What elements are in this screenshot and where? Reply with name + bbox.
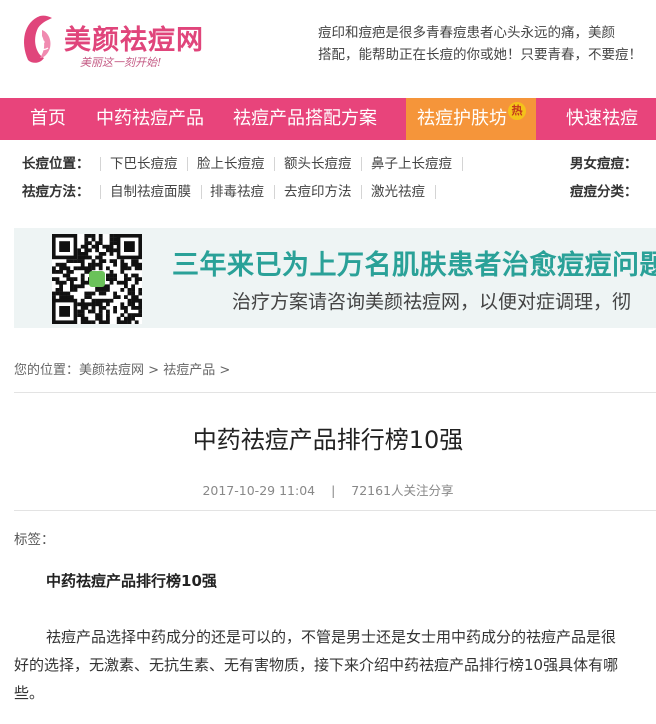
article-title: 中药祛痘产品排行榜10强 [192,426,464,454]
category-link[interactable]: 鼻子上长痘痘 [371,150,452,178]
category-link[interactable]: 去痘印方法 [284,178,352,206]
nav-item-skincare[interactable]: 祛痘护肤坊 [417,98,507,140]
divider [361,157,362,171]
category-link[interactable]: 激光祛痘 [371,178,425,206]
nav-item-quick-acne-removal[interactable]: 快速祛痘 [566,98,638,140]
category-link[interactable]: 额头长痘痘 [284,150,352,178]
nav-item-home[interactable]: 首页 [30,98,66,140]
main-nav: 首页 中药祛痘产品 祛痘产品搭配方案 祛痘护肤坊 热 快速祛痘 [0,98,656,140]
divider [14,510,656,511]
article-share-count[interactable]: 72161人关注分享 [351,483,453,498]
breadcrumb-link[interactable]: 祛痘产品 [163,363,215,378]
category-title-method: 祛痘方法： [22,184,90,200]
header-intro-text: 痘印和痘疤是很多青春痘患者心头永远的痛，美颜 搭配，能帮助正在长痘的你或她！只要… [318,25,642,63]
divider [14,392,656,393]
article-paragraph: 祛痘产品选择中药成分的还是可以的，不管是男士还是女士用中药成分的祛痘产品是很好的… [14,628,619,702]
category-link[interactable]: 排毒祛痘 [210,178,264,206]
site-name[interactable]: 美颜祛痘网 [64,18,204,57]
divider [100,157,101,171]
promo-banner[interactable]: 三年来已为上万名肌肤患者治愈痘痘问题 治疗方案请咨询美颜祛痘网，以便对症调理，彻 [14,228,656,328]
breadcrumb-prefix: 您的位置： [14,363,80,378]
divider [274,185,275,199]
category-link[interactable]: 下巴长痘痘 [110,150,178,178]
article-meta: 2017-10-29 11:04 | 72161人关注分享 [0,480,656,499]
hot-badge: 热 [508,102,526,120]
banner-subtitle: 治疗方案请咨询美颜祛痘网，以便对症调理，彻 [232,291,632,313]
divider [187,157,188,171]
category-row-location: 长痘位置： 下巴长痘痘 脸上长痘痘 额头长痘痘 鼻子上长痘痘 男女痘痘： [0,150,656,178]
divider [201,185,202,199]
divider [274,157,275,171]
meta-separator: | [331,483,336,498]
logo-icon [24,15,52,63]
banner-title: 三年来已为上万名肌肤患者治愈痘痘问题 [172,250,656,281]
qr-code-icon [52,234,142,324]
site-slogan: 美丽这一刻开始! [80,56,162,69]
category-link[interactable]: 脸上长痘痘 [197,150,265,178]
divider [361,185,362,199]
divider [100,185,101,199]
breadcrumb-separator: > [219,363,231,378]
nav-item-product-plans[interactable]: 祛痘产品搭配方案 [233,98,377,140]
breadcrumb-separator: > [148,363,160,378]
tags-label: 标签： [14,532,55,548]
category-row-method: 祛痘方法： 自制祛痘面膜 排毒祛痘 去痘印方法 激光祛痘 痘痘分类： [0,178,656,206]
article-date: 2017-10-29 11:04 [202,483,316,498]
category-title-location: 长痘位置： [22,156,90,172]
breadcrumb-link[interactable]: 美颜祛痘网 [79,363,144,378]
category-title-type: 痘痘分类： [570,184,638,200]
category-link[interactable]: 自制祛痘面膜 [110,178,191,206]
divider [462,157,463,171]
article-subheading: 中药祛痘产品排行榜10强 [46,572,217,590]
divider [435,185,436,199]
breadcrumb: 您的位置：美颜祛痘网 > 祛痘产品 > [14,359,230,378]
category-title-gender: 男女痘痘： [570,156,638,172]
nav-item-herbal-products[interactable]: 中药祛痘产品 [96,98,204,140]
